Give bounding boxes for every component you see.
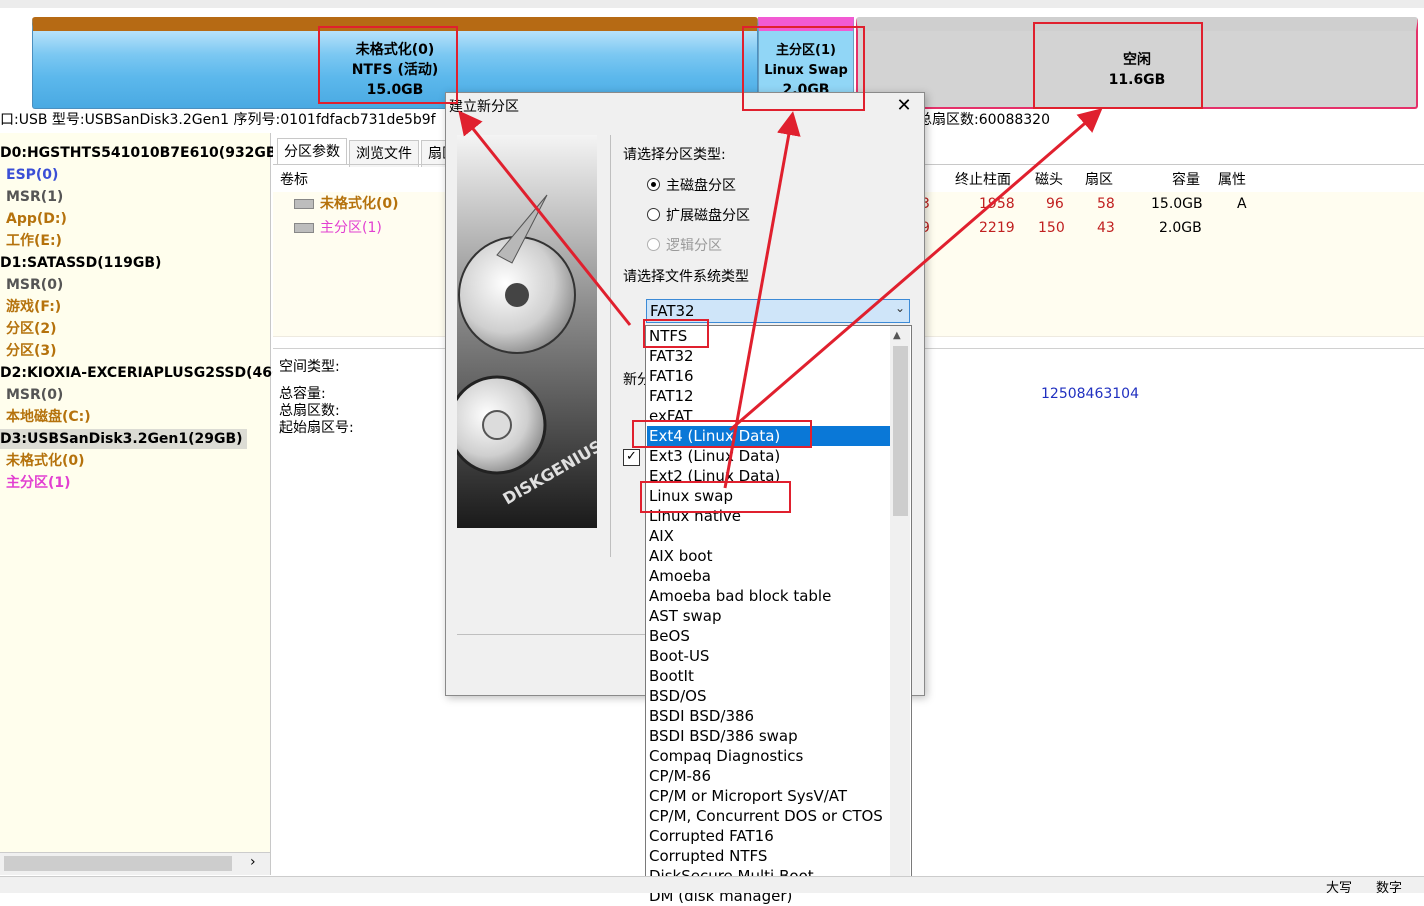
num-indicator: 数字 <box>1376 881 1403 896</box>
arrow-swap <box>723 111 801 489</box>
status-bar: 大写 数字 <box>0 876 1424 896</box>
arrow-ntfs <box>458 110 632 326</box>
caps-indicator: 大写 <box>1326 881 1353 896</box>
annotation-arrows <box>458 108 1103 489</box>
